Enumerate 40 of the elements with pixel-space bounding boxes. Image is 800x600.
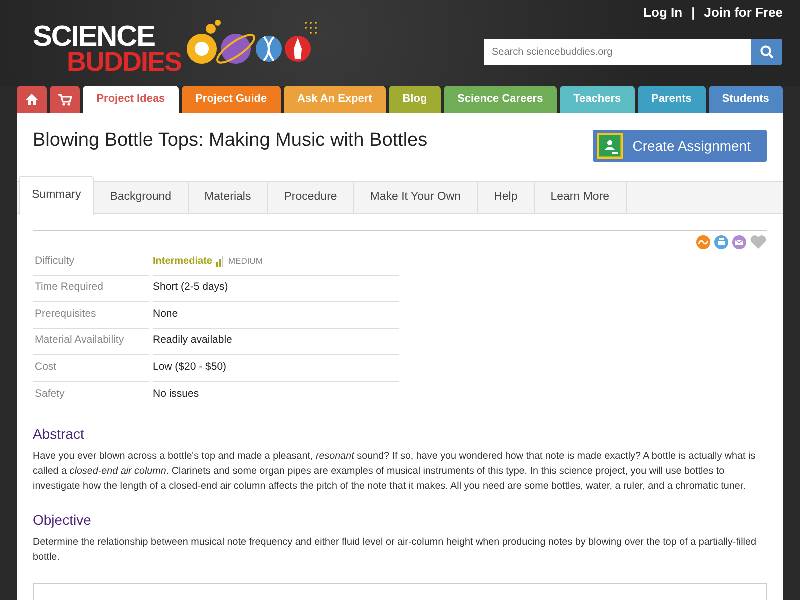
email-icon[interactable] [732, 235, 747, 250]
logo-text: SCIENCE [33, 24, 155, 50]
page-title: Blowing Bottle Tops: Making Music with Bottles [33, 130, 428, 153]
summary-value: Readily available [153, 333, 232, 348]
summary-label: Prerequisites [33, 302, 149, 328]
summary-label: Safety [34, 386, 66, 402]
summary-value: None [153, 306, 178, 322]
summary-label: Time Required [33, 276, 149, 302]
share-icon[interactable] [696, 235, 711, 250]
section-heading: Abstract [33, 426, 86, 443]
nav-tab[interactable]: Project Ideas [83, 86, 179, 113]
content-tab[interactable]: Summary [19, 176, 94, 215]
section-paragraph: Have you ever blown across a bottle's top and made a pleasant, resonant sound? If so, have you wondered how that note is made exactly? A bottle is actually what is called a closed-end air column. Clarinets and some organ pipes are examples of musical instruments of this type. In this science project, you will use bottles to investigate how the length of a closed-end air column affects the pitch of the note that it makes. All you need are some bottles, water, a ruler, and a chromatic tuner. [33, 450, 757, 494]
difficulty-value: Intermediate [153, 255, 212, 270]
section-paragraph: Determine the relationship between musical note frequency and either fluid level or air-column height when producing notes by blowing over the top of a partially-filled bottle. [33, 536, 758, 565]
summary-label: Cost [33, 355, 149, 382]
create-assignment-button[interactable]: Create Assignment [592, 130, 767, 162]
logo-text: BUDDIES [66, 50, 182, 74]
separator-text: | [692, 4, 696, 22]
nav-tab[interactable]: Students [708, 86, 784, 113]
search-field[interactable]: Search sciencebuddies.org [484, 39, 782, 65]
search-icon [760, 45, 774, 59]
summary-value: No issues [153, 386, 200, 402]
summary-value: Low ($20 - $50) [153, 360, 227, 375]
heart-icon[interactable] [750, 235, 767, 250]
search-button[interactable] [751, 39, 782, 65]
home-icon [26, 94, 38, 105]
difficulty-bars-icon [216, 256, 224, 268]
summary-label: Material Availability [33, 328, 149, 355]
difficulty-level: MEDIUM [228, 255, 263, 268]
cart-icon [58, 94, 72, 106]
summary-value: Short (2-5 days) [153, 280, 228, 296]
cart-button[interactable] [50, 86, 80, 113]
home-button[interactable] [17, 86, 47, 113]
section-heading: Objective [33, 512, 92, 529]
print-icon[interactable] [714, 235, 729, 250]
join-link[interactable]: Join for Free [704, 3, 783, 22]
login-link[interactable]: Log In [644, 3, 683, 22]
summary-label: Difficulty [33, 249, 149, 276]
classroom-icon [596, 133, 623, 159]
